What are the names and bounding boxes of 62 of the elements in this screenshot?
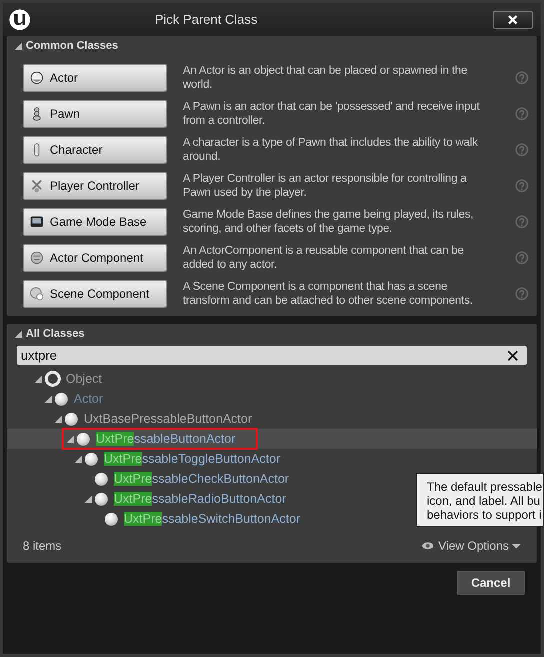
caret-icon bbox=[512, 542, 521, 550]
tree-item[interactable]: Object bbox=[66, 370, 102, 388]
pawn-icon bbox=[30, 107, 44, 121]
tree-item[interactable]: UxtPressableToggleButtonActor bbox=[104, 450, 280, 468]
sphere-icon bbox=[30, 251, 44, 265]
tooltip-text: The default pressable bbox=[427, 480, 543, 494]
collapse-arrow-icon[interactable] bbox=[85, 496, 92, 502]
cancel-button[interactable]: Cancel bbox=[457, 571, 525, 595]
ball-icon bbox=[85, 452, 98, 466]
section-header: All Classes bbox=[26, 326, 85, 342]
tree-row[interactable]: UxtPressableToggleButtonActor bbox=[7, 449, 537, 469]
window-title: Pick Parent Class bbox=[155, 10, 258, 29]
crossed-icon bbox=[30, 179, 44, 193]
tree-row[interactable]: Object bbox=[7, 369, 537, 389]
search-field[interactable]: uxtpre bbox=[17, 346, 527, 365]
view-options-button[interactable]: View Options bbox=[420, 537, 521, 555]
tree-item[interactable]: UxtPressableRadioButtonActor bbox=[114, 490, 286, 508]
class-description: A Player Controller is an actor responsible for controlling a Pawn used by the player. bbox=[183, 172, 468, 200]
ball-icon bbox=[105, 512, 118, 526]
tooltip-text: behaviors to support i bbox=[427, 508, 543, 522]
close-icon bbox=[507, 14, 519, 26]
tree-row[interactable]: Actor bbox=[7, 389, 537, 409]
class-button[interactable]: Player Controller bbox=[23, 172, 167, 200]
ball-icon bbox=[65, 412, 78, 426]
ball-icon bbox=[55, 392, 68, 406]
class-description: An Actor is an object that can be placed or spawned in the world. bbox=[183, 64, 468, 92]
eye-icon bbox=[420, 540, 436, 552]
class-description: A character is a type of Pawn that includes the ability to walk around. bbox=[183, 136, 479, 164]
class-button[interactable]: Pawn bbox=[23, 100, 167, 128]
collapse-arrow-icon[interactable] bbox=[55, 416, 62, 422]
item-count: 8 items bbox=[23, 538, 62, 555]
class-button[interactable]: Actor Component bbox=[23, 244, 167, 272]
class-description: Game Mode Base defines the game being played, its rules, scoring, and other facets of the game type. bbox=[183, 208, 475, 236]
ball-icon bbox=[95, 472, 108, 486]
ball-icon bbox=[95, 492, 108, 506]
logo-icon bbox=[9, 8, 31, 30]
class-description: An ActorComponent is a reusable component that can be added to any actor. bbox=[183, 244, 465, 272]
monitor-icon bbox=[30, 215, 44, 229]
class-description: A Scene Component is a component that has a scene transform and can be attached to other scene components. bbox=[183, 280, 474, 308]
collapse-arrow-icon[interactable] bbox=[35, 376, 42, 382]
tree-item[interactable]: Actor bbox=[74, 390, 104, 408]
section-header: Common Classes bbox=[26, 38, 118, 54]
collapse-arrow-icon[interactable] bbox=[67, 436, 74, 442]
tree-row[interactable]: UxtBasePressableButtonActor bbox=[7, 409, 537, 429]
ring-icon bbox=[45, 371, 61, 387]
class-button[interactable]: Actor bbox=[23, 64, 167, 92]
tree-item[interactable]: UxtPressableCheckButtonActor bbox=[114, 470, 290, 488]
spheres-icon bbox=[30, 287, 44, 301]
class-button[interactable]: Game Mode Base bbox=[23, 208, 167, 236]
tree-row[interactable]: UxtPressableButtonActor bbox=[7, 429, 537, 449]
class-button[interactable]: Scene Component bbox=[23, 280, 167, 308]
ball-icon bbox=[30, 71, 44, 85]
collapse-arrow-icon[interactable] bbox=[75, 456, 82, 462]
tree-item[interactable]: UxtBasePressableButtonActor bbox=[84, 410, 252, 428]
class-button[interactable]: Character bbox=[23, 136, 167, 164]
clear-icon[interactable] bbox=[507, 350, 519, 362]
close-button[interactable] bbox=[493, 10, 533, 28]
class-description: A Pawn is an actor that can be 'possessed' and receive input from a controller. bbox=[183, 100, 481, 128]
collapse-arrow-icon[interactable] bbox=[45, 396, 52, 402]
ball-icon bbox=[77, 432, 90, 446]
tooltip-text: icon, and label. All bu bbox=[427, 494, 542, 508]
tree-item[interactable]: UxtPressableSwitchButtonActor bbox=[124, 510, 300, 528]
